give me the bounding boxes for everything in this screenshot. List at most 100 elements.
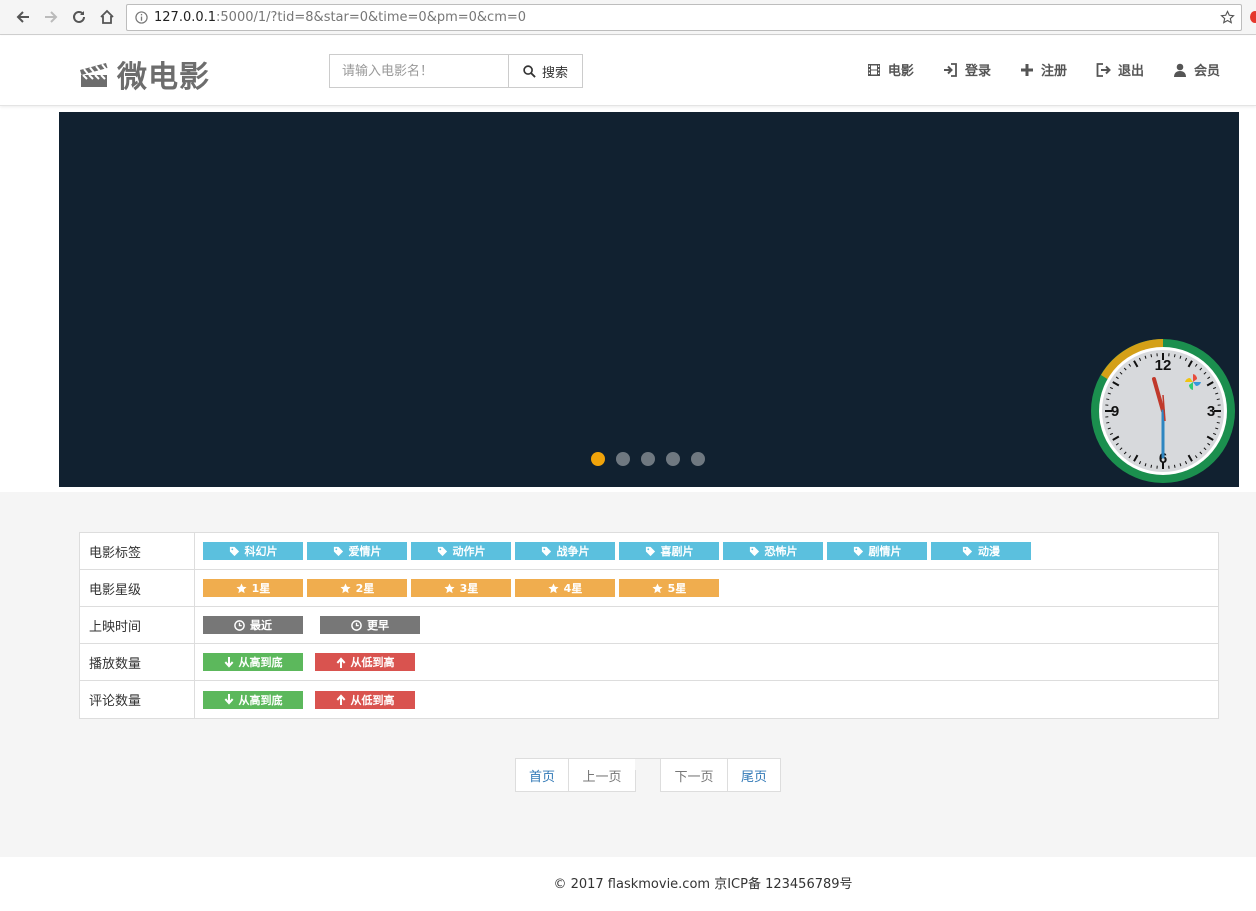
arrow-down-icon <box>224 656 233 668</box>
carousel-dot[interactable] <box>616 452 630 466</box>
nav-member[interactable]: 会员 <box>1173 60 1220 79</box>
plus-icon <box>1020 63 1033 76</box>
comment-sort-list: 从高到底 从低到高 <box>195 681 1218 718</box>
nav-movie[interactable]: 电影 <box>867 60 914 79</box>
star-filter-button[interactable]: 5星 <box>619 579 719 597</box>
time-earlier-button[interactable]: 更早 <box>320 616 420 634</box>
star-filter-label: 3星 <box>459 582 479 595</box>
comment-asc-label: 从低到高 <box>350 693 395 707</box>
browser-toolbar: 127.0.0.1:5000/1/?tid=8&star=0&time=0&pm… <box>0 0 1256 35</box>
user-icon <box>1173 63 1186 77</box>
clock-tick <box>1216 398 1220 401</box>
star-filter-button[interactable]: 3星 <box>411 579 511 597</box>
play-asc-button[interactable]: 从低到高 <box>315 653 415 671</box>
filter-row-tags: 电影标签 科幻片 爱情片 动作片 战争片 喜剧片 恐怖片 剧情片 动漫 <box>80 533 1218 570</box>
carousel-dot[interactable] <box>591 452 605 466</box>
star-filter-label: 1星 <box>251 582 271 595</box>
clock-tick <box>1173 354 1176 358</box>
star-filter-button[interactable]: 4星 <box>515 579 615 597</box>
comment-asc-button[interactable]: 从低到高 <box>315 690 415 709</box>
star-icon <box>444 582 455 593</box>
clock-icon <box>351 619 362 631</box>
carousel-dot[interactable] <box>641 452 655 466</box>
back-icon[interactable] <box>12 6 34 28</box>
star-filter-label: 4星 <box>563 582 583 595</box>
filter-label: 电影星级 <box>80 570 195 606</box>
logout-icon <box>1096 62 1111 77</box>
comment-desc-label: 从高到底 <box>238 693 283 707</box>
page-next-link[interactable]: 下一页 <box>660 758 728 792</box>
tag-filter-button[interactable]: 爱情片 <box>307 542 407 560</box>
comment-desc-button[interactable]: 从高到底 <box>203 690 303 709</box>
tag-filter-label: 动漫 <box>978 545 1000 558</box>
clock-tick <box>1150 464 1153 468</box>
tag-filter-button[interactable]: 恐怖片 <box>723 542 823 560</box>
tag-filter-button[interactable]: 动作片 <box>411 542 511 560</box>
nav-login-label: 登录 <box>964 64 991 79</box>
nav-register-label: 注册 <box>1040 64 1067 79</box>
address-bar[interactable]: 127.0.0.1:5000/1/?tid=8&star=0&time=0&pm… <box>126 4 1242 31</box>
search-input[interactable] <box>329 54 508 88</box>
time-recent-label: 最近 <box>250 619 272 632</box>
star-filter-button[interactable]: 1星 <box>203 579 303 597</box>
tag-list: 科幻片 爱情片 动作片 战争片 喜剧片 恐怖片 剧情片 动漫 <box>195 533 1218 569</box>
tag-filter-label: 战争片 <box>556 545 590 558</box>
carousel-dot[interactable] <box>666 452 680 466</box>
tag-filter-label: 喜剧片 <box>660 545 694 558</box>
clock-tick <box>1173 464 1176 468</box>
clock-icon <box>234 619 245 631</box>
tag-filter-button[interactable]: 喜剧片 <box>619 542 719 560</box>
reload-icon[interactable] <box>68 6 90 28</box>
tag-icon <box>749 546 759 556</box>
time-recent-button[interactable]: 最近 <box>203 616 303 634</box>
star-icon <box>236 582 247 593</box>
banner-carousel[interactable]: 12 3 6 9 <box>59 112 1239 487</box>
filter-row-time: 上映时间 最近 更早 <box>80 607 1218 644</box>
tag-icon <box>853 546 863 556</box>
page-info-icon[interactable] <box>135 11 148 24</box>
tag-filter-label: 剧情片 <box>868 545 902 558</box>
tag-filter-button[interactable]: 战争片 <box>515 542 615 560</box>
nav-logout[interactable]: 退出 <box>1096 60 1144 79</box>
tag-filter-label: 动作片 <box>452 545 486 558</box>
tag-filter-button[interactable]: 剧情片 <box>827 542 927 560</box>
tag-filter-button[interactable]: 科幻片 <box>203 542 303 560</box>
tag-icon <box>333 546 343 556</box>
clock-numeral-12: 12 <box>1155 357 1172 374</box>
clock-numeral-9: 9 <box>1111 403 1119 420</box>
carousel-dot[interactable] <box>691 452 705 466</box>
login-icon <box>943 62 957 77</box>
tag-icon <box>645 546 655 556</box>
tag-icon <box>229 546 239 556</box>
filter-row-stars: 电影星级 1星 2星 3星 4星 5星 <box>80 570 1218 607</box>
main-nav: 电影 登录 注册 退出 会员 <box>867 60 1220 79</box>
search-button[interactable]: 搜索 <box>508 54 583 88</box>
tag-filter-button[interactable]: 动漫 <box>931 542 1031 560</box>
tag-icon <box>541 546 551 556</box>
time-list: 最近 更早 <box>195 607 1218 643</box>
star-icon <box>340 582 351 593</box>
time-earlier-label: 更早 <box>367 619 389 632</box>
brand-logo[interactable]: 微电影 <box>79 52 210 96</box>
page-first-link[interactable]: 首页 <box>515 758 569 792</box>
arrow-up-icon <box>336 656 345 668</box>
play-desc-button[interactable]: 从高到底 <box>203 653 303 671</box>
nav-login[interactable]: 登录 <box>943 60 991 79</box>
clock-widget: 12 3 6 9 <box>1091 339 1235 483</box>
star-filter-button[interactable]: 2星 <box>307 579 407 597</box>
nav-movie-label: 电影 <box>887 64 914 79</box>
tag-filter-label: 爱情片 <box>348 545 382 558</box>
tag-icon <box>962 546 973 556</box>
extension-icon[interactable] <box>1250 11 1256 23</box>
home-icon[interactable] <box>96 6 118 28</box>
page-prev-link[interactable]: 上一页 <box>568 758 636 792</box>
brand-name: 微电影 <box>117 60 210 95</box>
page-last-link[interactable]: 尾页 <box>727 758 781 792</box>
content-area: 电影标签 科幻片 爱情片 动作片 战争片 喜剧片 恐怖片 剧情片 动漫 电影星级 1星 2星 3星… <box>0 492 1256 857</box>
star-filter-label: 2星 <box>355 582 375 595</box>
play-desc-label: 从高到底 <box>238 656 283 669</box>
nav-register[interactable]: 注册 <box>1020 60 1067 79</box>
arrow-down-icon <box>224 694 233 705</box>
forward-icon[interactable] <box>40 6 62 28</box>
bookmark-star-icon[interactable] <box>1220 10 1235 25</box>
